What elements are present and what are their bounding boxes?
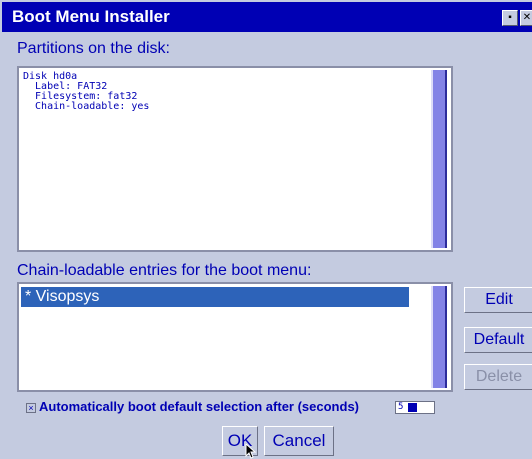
chain-entries-label: Chain-loadable entries for the boot menu… <box>17 262 312 279</box>
text-cursor <box>408 403 417 412</box>
autoboot-seconds-field[interactable]: 5 <box>395 401 435 414</box>
mouse-pointer-icon <box>245 444 257 459</box>
default-button[interactable]: Default <box>464 327 532 353</box>
window-title: Boot Menu Installer <box>12 7 170 26</box>
partitions-info-text: Disk hd0a Label: FAT32 Filesystem: fat32… <box>23 71 150 112</box>
partitions-textarea[interactable]: Disk hd0a Label: FAT32 Filesystem: fat32… <box>17 66 453 252</box>
cancel-button[interactable]: Cancel <box>264 426 334 456</box>
close-button[interactable]: ✕ <box>520 10 532 26</box>
autoboot-seconds-value: 5 <box>398 402 404 412</box>
partitions-label: Partitions on the disk: <box>17 40 170 57</box>
list-item-visopsys[interactable]: * Visopsys <box>21 287 409 307</box>
edit-button[interactable]: Edit <box>464 287 532 313</box>
autoboot-label: Automatically boot default selection aft… <box>39 399 359 414</box>
minimize-button[interactable]: ▪ <box>502 10 518 26</box>
boot-menu-installer-window: Boot Menu Installer ▪ ✕ Partitions on th… <box>0 0 532 459</box>
chain-entries-scrollbar[interactable] <box>431 286 447 388</box>
chain-entries-list[interactable]: * Visopsys <box>17 282 453 392</box>
delete-button[interactable]: Delete <box>464 364 532 390</box>
title-bar[interactable]: Boot Menu Installer ▪ ✕ <box>2 2 532 32</box>
partitions-scrollbar[interactable] <box>431 70 447 248</box>
autoboot-checkbox[interactable]: × <box>26 403 36 413</box>
